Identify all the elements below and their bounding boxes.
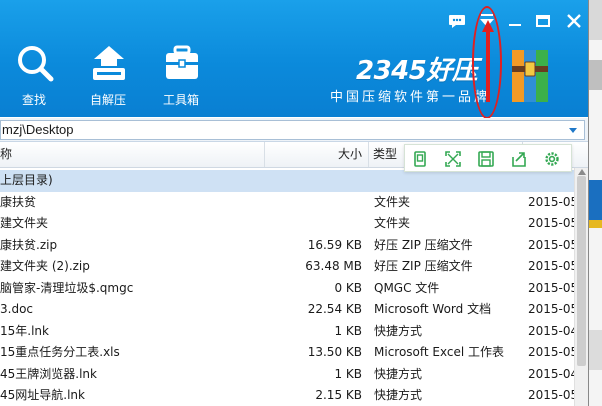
maximize-icon[interactable] xyxy=(532,10,554,32)
table-row[interactable]: 15重点任务分工表.xls 13.50 KB Microsoft Excel 工作表… xyxy=(0,342,574,364)
quick-action-toolbar xyxy=(404,144,572,172)
file-name: 康扶贫 xyxy=(0,194,37,209)
file-size: 0 KB xyxy=(334,280,362,295)
table-row[interactable]: 建文件夹 文件夹 2015-05 xyxy=(0,213,574,235)
file-size: 13.50 KB xyxy=(307,345,362,359)
file-size xyxy=(262,170,362,191)
file-date: 2015-04 xyxy=(528,366,574,381)
table-row[interactable]: 康扶贫.zip 16.59 KB 好压 ZIP 压缩文件 2015-05 xyxy=(0,235,574,257)
file-name: 建文件夹 xyxy=(0,216,49,230)
file-date: 2015-05 xyxy=(528,388,574,402)
column-header-name[interactable]: 称 xyxy=(0,142,265,167)
file-date xyxy=(528,170,574,191)
file-type: 文件夹 xyxy=(374,216,411,230)
file-date: 2015-05 xyxy=(528,345,574,359)
file-name: 15年.lnk xyxy=(0,323,49,338)
minimize-icon[interactable] xyxy=(504,10,526,32)
table-row[interactable]: 3.doc 22.54 KB Microsoft Word 文档 2015-05 xyxy=(0,299,574,321)
file-type: 好压 ZIP 压缩文件 xyxy=(374,237,473,252)
toolbox-button-label: 工具箱 xyxy=(162,93,199,107)
self-extract-icon xyxy=(93,46,125,80)
file-size: 22.54 KB xyxy=(307,302,362,316)
file-date: 2015-05 xyxy=(528,194,574,209)
file-name: 康扶贫.zip xyxy=(0,237,58,252)
file-date: 2015-05 xyxy=(528,302,574,316)
table-row[interactable]: 15年.lnk 1 KB 快捷方式 2015-04 xyxy=(0,321,574,343)
address-bar: mzj\Desktop xyxy=(0,118,588,142)
path-value: mzj\Desktop xyxy=(2,122,74,137)
search-button[interactable]: 查找 xyxy=(2,44,66,110)
file-date: 2015-05 xyxy=(528,237,574,252)
file-date: 2015-05 xyxy=(528,280,574,295)
message-icon[interactable] xyxy=(446,10,468,32)
file-date: 2015-04 xyxy=(528,323,574,338)
share-icon[interactable] xyxy=(510,150,528,168)
toolbox-icon xyxy=(166,45,198,79)
file-name: 45王牌浏览器.lnk xyxy=(0,366,97,381)
file-name: 脑管家-清理垃圾$.qmgc xyxy=(0,280,134,295)
file-size: 1 KB xyxy=(334,323,362,338)
column-header-size[interactable]: 大小 xyxy=(265,142,369,167)
background-desktop-edge xyxy=(588,0,602,406)
path-input[interactable]: mzj\Desktop xyxy=(0,120,585,140)
file-size xyxy=(262,192,362,213)
close-icon[interactable] xyxy=(563,10,585,32)
save-icon[interactable] xyxy=(477,150,495,168)
file-type: 快捷方式 xyxy=(374,366,423,381)
file-date: 2015-05 xyxy=(528,259,574,273)
table-row[interactable]: 脑管家-清理垃圾$.qmgc 0 KB QMGC 文件 2015-05 xyxy=(0,278,574,300)
extract-icon[interactable] xyxy=(444,150,462,168)
file-name: 45网址导航.lnk xyxy=(0,388,85,402)
file-type xyxy=(374,170,522,191)
file-size: 16.59 KB xyxy=(307,237,362,252)
toolbox-button[interactable]: 工具箱 xyxy=(149,44,213,110)
table-row[interactable]: 45王牌浏览器.lnk 1 KB 快捷方式 2015-04 xyxy=(0,364,574,386)
file-type: QMGC 文件 xyxy=(374,280,440,295)
file-size: 1 KB xyxy=(334,366,362,381)
file-type: 快捷方式 xyxy=(374,388,423,402)
self-extract-button[interactable]: 自解压 xyxy=(76,44,140,110)
chevron-down-icon[interactable] xyxy=(568,125,578,135)
file-type: 文件夹 xyxy=(374,194,411,209)
self-extract-button-label: 自解压 xyxy=(89,93,126,107)
scroll-up-icon[interactable] xyxy=(578,169,586,175)
file-type: 快捷方式 xyxy=(374,323,423,338)
table-row[interactable]: 康扶贫 文件夹 2015-05 xyxy=(0,192,574,214)
view-icon[interactable] xyxy=(411,150,429,168)
file-size xyxy=(262,213,362,234)
file-date: 2015-05 xyxy=(528,216,574,230)
app-logo-icon xyxy=(512,50,548,102)
scrollbar-thumb[interactable] xyxy=(577,176,586,366)
file-name: 15重点任务分工表.xls xyxy=(0,345,120,359)
file-type: Microsoft Word 文档 xyxy=(374,302,492,316)
file-size: 2.15 KB xyxy=(315,388,362,402)
search-button-label: 查找 xyxy=(21,93,46,107)
file-type: 好压 ZIP 压缩文件 xyxy=(374,259,473,273)
file-list: 称 大小 类型 修 上层目录)康扶贫文件夹2015-05建文件夹文件夹2015-… xyxy=(0,142,588,406)
table-row[interactable]: 建文件夹 (2).zip 63.48 MB 好压 ZIP 压缩文件 2015-05 xyxy=(0,256,574,278)
file-type: Microsoft Excel 工作表 xyxy=(374,345,505,359)
file-name: 3.doc xyxy=(0,302,34,316)
vertical-scrollbar[interactable] xyxy=(574,168,588,406)
settings-icon[interactable] xyxy=(543,150,561,168)
brand-name: 2345好压 xyxy=(356,56,478,86)
file-name: 建文件夹 (2).zip xyxy=(0,259,90,273)
file-name: 上层目录) xyxy=(0,173,53,187)
search-icon xyxy=(18,46,54,82)
annotation-arrow-icon xyxy=(482,20,494,102)
parent-directory-row[interactable]: 上层目录) xyxy=(0,170,574,192)
file-size: 63.48 MB xyxy=(305,259,362,273)
table-row[interactable]: 45网址导航.lnk 2.15 KB 快捷方式 2015-05 xyxy=(0,385,574,406)
